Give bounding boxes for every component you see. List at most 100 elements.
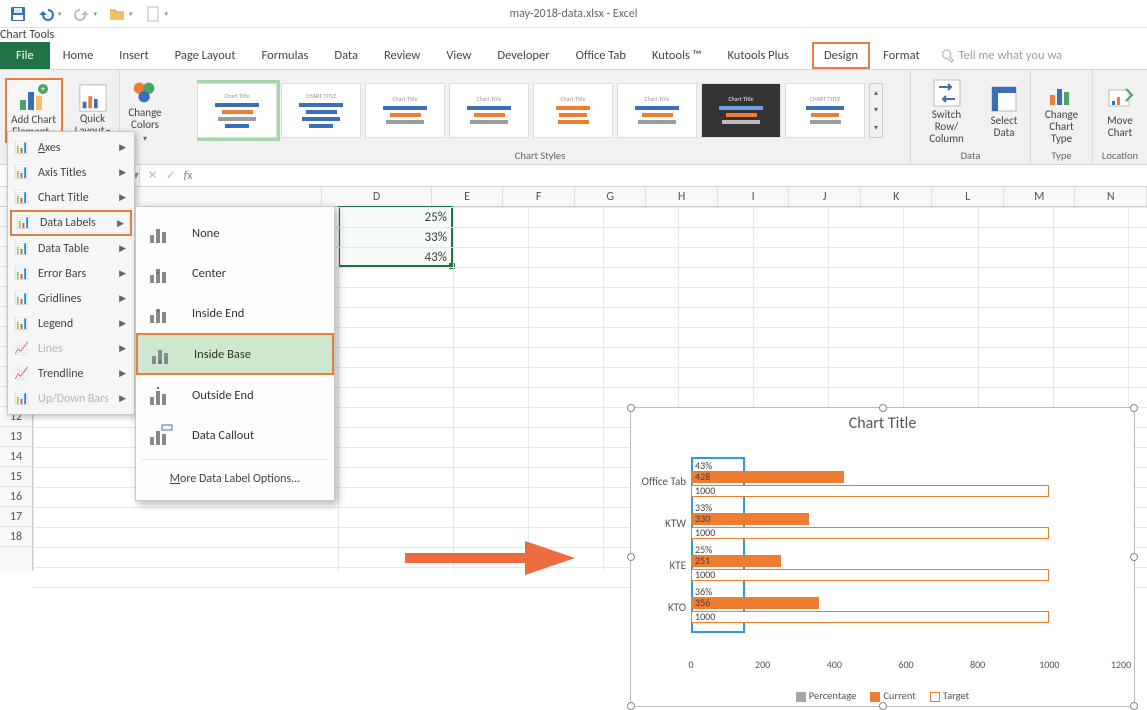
redo-icon[interactable] [74, 6, 90, 22]
redo-dropdown[interactable]: ▾ [94, 9, 98, 18]
chart-style-3[interactable]: Chart Title [365, 83, 445, 138]
chart-style-8[interactable]: CHART TITLE [785, 83, 865, 138]
col-I[interactable]: I [718, 187, 790, 206]
chart-data-label[interactable]: 356 [695, 596, 710, 609]
col-D[interactable]: D [322, 187, 432, 206]
chart-data-label[interactable]: 251 [695, 554, 710, 567]
chart-data-label[interactable]: 428 [695, 470, 710, 483]
submenu-inside-base[interactable]: Inside Base [136, 333, 334, 375]
chart-data-label[interactable]: 330 [695, 512, 710, 525]
chart-data-label[interactable]: 1000 [695, 526, 715, 539]
menu-data-labels[interactable]: 📊Data Labels▶ [10, 210, 132, 236]
tab-file[interactable]: File [0, 42, 50, 69]
menu-axes[interactable]: 📊Axes▶ [10, 135, 132, 160]
row-13[interactable]: 13 [0, 427, 32, 447]
tab-page-layout[interactable]: Page Layout [162, 42, 249, 69]
cancel-formula-icon[interactable]: ✕ [148, 168, 158, 183]
cell-D3[interactable]: 33% [338, 227, 453, 247]
col-M[interactable]: M [1004, 187, 1076, 206]
menu-chart-title[interactable]: 📊Chart Title▶ [10, 185, 132, 210]
chart-style-4[interactable]: Chart Title [449, 83, 529, 138]
submenu-none[interactable]: None [136, 213, 334, 253]
menu-axis-titles[interactable]: 📊Axis Titles▶ [10, 160, 132, 185]
menu-data-table[interactable]: 📊Data Table▶ [10, 236, 132, 261]
chart-resize-handle[interactable] [879, 404, 887, 412]
submenu-center[interactable]: Center [136, 253, 334, 293]
tab-view[interactable]: View [433, 42, 484, 69]
tab-design[interactable]: Design [812, 42, 870, 69]
menu-gridlines[interactable]: 📊Gridlines▶ [10, 286, 132, 311]
chart-x-axis[interactable]: 020040060080010001200 [691, 658, 1120, 674]
col-E[interactable]: E [432, 187, 504, 206]
chart-resize-handle[interactable] [1130, 702, 1138, 710]
tab-format[interactable]: Format [870, 42, 933, 69]
row-18[interactable]: 18 [0, 527, 32, 547]
undo-icon[interactable] [38, 6, 54, 22]
col-F[interactable]: F [503, 187, 575, 206]
submenu-inside-end[interactable]: Inside End [136, 293, 334, 333]
fx-icon[interactable]: fx [184, 169, 193, 183]
chart-data-label[interactable]: 1000 [695, 568, 715, 581]
embedded-chart[interactable]: Chart Title Office Tab43%4281000KTW33%33… [630, 407, 1135, 707]
chart-style-2[interactable]: CHART TITLE [281, 83, 361, 138]
chart-style-6[interactable]: Chart Title [617, 83, 697, 138]
new-icon[interactable] [145, 6, 161, 22]
chart-resize-handle[interactable] [879, 702, 887, 710]
col-H[interactable]: H [646, 187, 718, 206]
cell-D4[interactable]: 43% [338, 247, 453, 267]
tab-review[interactable]: Review [371, 42, 433, 69]
tab-formulas[interactable]: Formulas [249, 42, 322, 69]
undo-dropdown[interactable]: ▾ [58, 9, 62, 18]
open-icon[interactable] [109, 6, 125, 22]
row-14[interactable]: 14 [0, 447, 32, 467]
cell-D2[interactable]: 25% [338, 207, 453, 227]
col-N[interactable]: N [1075, 187, 1147, 206]
menu-trendline[interactable]: 📈Trendline▶ [10, 361, 132, 386]
submenu-outside-end[interactable]: Outside End [136, 375, 334, 415]
chart-title[interactable]: Chart Title [631, 408, 1134, 435]
tab-office-tab[interactable]: Office Tab [563, 42, 639, 69]
chart-resize-handle[interactable] [1130, 553, 1138, 561]
qat-customize[interactable]: ▾ [165, 9, 169, 18]
chart-resize-handle[interactable] [627, 404, 635, 412]
tab-insert[interactable]: Insert [106, 42, 161, 69]
enter-formula-icon[interactable]: ✓ [166, 168, 176, 183]
chart-resize-handle[interactable] [627, 553, 635, 561]
menu-legend[interactable]: 📊Legend▶ [10, 311, 132, 336]
submenu-data-callout[interactable]: Data Callout [136, 415, 334, 455]
row-16[interactable]: 16 [0, 487, 32, 507]
tab-kutools[interactable]: Kutools ™ [639, 42, 715, 69]
change-chart-type-button[interactable]: Change Chart Type [1037, 75, 1086, 147]
move-chart-button[interactable]: Move Chart [1100, 81, 1140, 141]
col-J[interactable]: J [789, 187, 861, 206]
chart-bar-target[interactable] [691, 569, 1049, 581]
chart-style-7[interactable]: Chart Title [701, 83, 781, 138]
chart-resize-handle[interactable] [1130, 404, 1138, 412]
chart-style-1[interactable]: Chart Title [197, 83, 277, 138]
row-17[interactable]: 17 [0, 507, 32, 527]
tab-developer[interactable]: Developer [484, 42, 562, 69]
chart-bar-target[interactable] [691, 485, 1049, 497]
row-15[interactable]: 15 [0, 467, 32, 487]
chart-styles-expand[interactable]: ▴▾▾ [869, 83, 883, 138]
open-dropdown[interactable]: ▾ [129, 9, 133, 18]
chart-plot-area[interactable]: Office Tab43%4281000KTW33%3301000KTE25%2… [691, 463, 1120, 656]
switch-row-column-button[interactable]: Switch Row/ Column [917, 75, 976, 147]
tab-kutools-plus[interactable]: Kutools Plus [714, 42, 801, 69]
chart-data-label[interactable]: 1000 [695, 610, 715, 623]
chart-bar-target[interactable] [691, 611, 1049, 623]
chart-data-label[interactable]: 1000 [695, 484, 715, 497]
tab-data[interactable]: Data [321, 42, 371, 69]
chart-bar-current[interactable] [691, 471, 844, 483]
chart-bar-target[interactable] [691, 527, 1049, 539]
col-G[interactable]: G [575, 187, 647, 206]
submenu-more-options[interactable]: More Data Label Options... [136, 464, 334, 494]
save-icon[interactable] [10, 6, 26, 22]
menu-error-bars[interactable]: 📊Error Bars▶ [10, 261, 132, 286]
col-L[interactable]: L [932, 187, 1004, 206]
tab-home[interactable]: Home [50, 42, 107, 69]
col-K[interactable]: K [861, 187, 933, 206]
chart-resize-handle[interactable] [627, 702, 635, 710]
tell-me[interactable]: Tell me what you wa [933, 42, 1075, 69]
select-data-button[interactable]: Select Data [984, 81, 1024, 141]
